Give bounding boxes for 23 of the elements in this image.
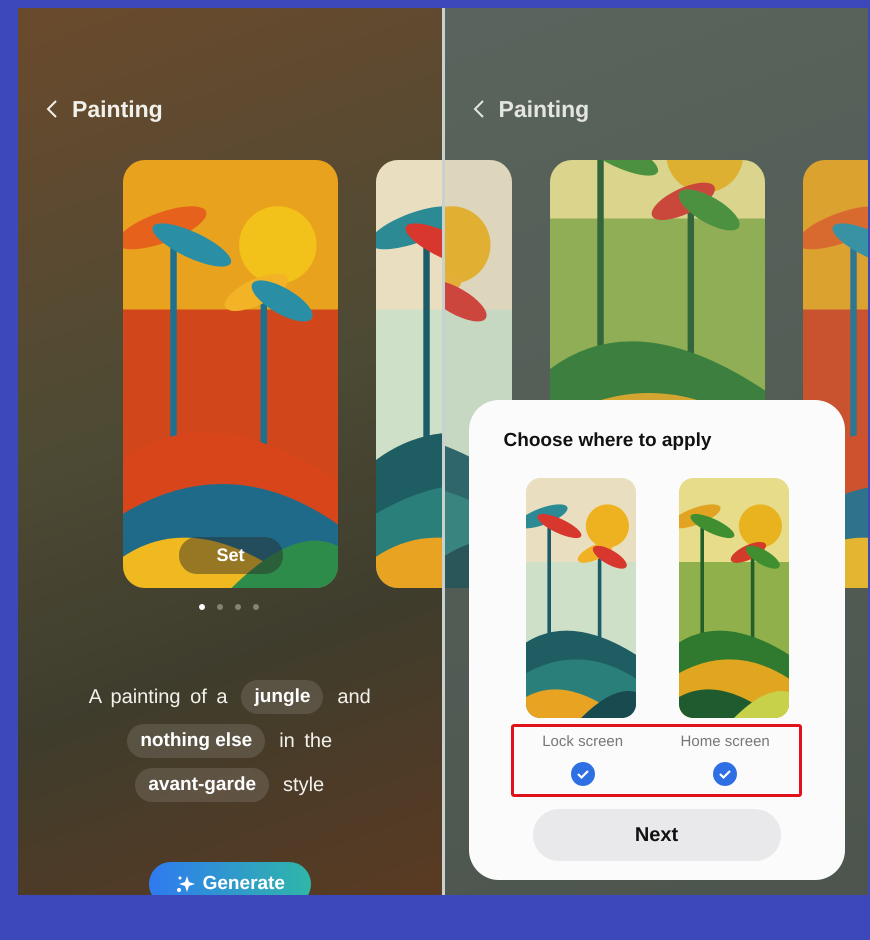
screen-title: Painting [72, 96, 163, 122]
prompt-text: and [337, 686, 371, 708]
screen-title: Painting [498, 96, 590, 122]
checkbox[interactable] [713, 762, 738, 786]
keyword-chip[interactable]: jungle [241, 680, 324, 714]
page-dot[interactable] [198, 604, 205, 610]
option-label: Lock screen [542, 733, 624, 750]
next-button[interactable]: Next [532, 809, 780, 861]
back-icon[interactable] [46, 99, 58, 119]
page-dot[interactable] [252, 604, 259, 610]
page-dot[interactable] [216, 604, 223, 610]
keyword-chip[interactable]: nothing else [127, 724, 266, 758]
keyword-chip[interactable]: avant-garde [135, 768, 270, 802]
dialog-title: Choose where to apply [504, 430, 712, 452]
prompt-text: style [283, 774, 324, 796]
set-button[interactable]: Set [178, 537, 282, 574]
checkbox[interactable] [570, 762, 595, 786]
prompt-text: in the [279, 730, 332, 752]
option-label: Home screen [680, 733, 770, 750]
page-dot[interactable] [234, 604, 241, 610]
back-icon[interactable] [472, 99, 484, 119]
sparkle-icon [174, 874, 195, 894]
prompt-text: A painting of a [88, 686, 228, 708]
